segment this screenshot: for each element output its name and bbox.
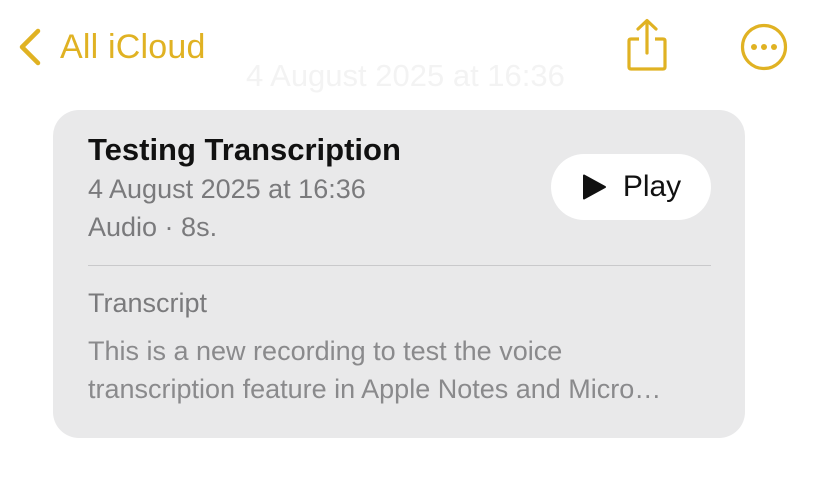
recording-duration: Audio · 8s.	[88, 212, 218, 242]
transcript-line: transcription feature in Apple Notes and…	[88, 374, 662, 404]
play-button[interactable]: Play	[551, 154, 711, 220]
note-screen: All iCloud 4 August 2025 at 16:36 Testin…	[0, 0, 825, 492]
recording-date: 4 August 2025 at 16:36	[88, 174, 366, 204]
more-options-button[interactable]	[740, 23, 788, 71]
recording-title: Testing Transcription	[88, 132, 401, 167]
play-button-label: Play	[622, 170, 682, 203]
transcript-preview[interactable]: This is a new recording to test the voic…	[88, 332, 708, 408]
ellipsis-circle-icon	[740, 23, 788, 71]
audio-recording-card: Testing Transcription 4 August 2025 at 1…	[53, 110, 745, 438]
share-button[interactable]	[624, 17, 670, 73]
transcript-line: This is a new recording to test the voic…	[88, 336, 563, 366]
share-icon	[627, 18, 667, 71]
card-divider	[88, 265, 711, 266]
chevron-left-icon	[19, 28, 41, 66]
play-icon	[582, 174, 606, 200]
back-button-label: All iCloud	[60, 27, 206, 66]
back-button[interactable]: All iCloud	[16, 24, 206, 70]
transcript-heading: Transcript	[88, 288, 208, 318]
note-date-header: 4 August 2025 at 16:36	[246, 58, 565, 93]
